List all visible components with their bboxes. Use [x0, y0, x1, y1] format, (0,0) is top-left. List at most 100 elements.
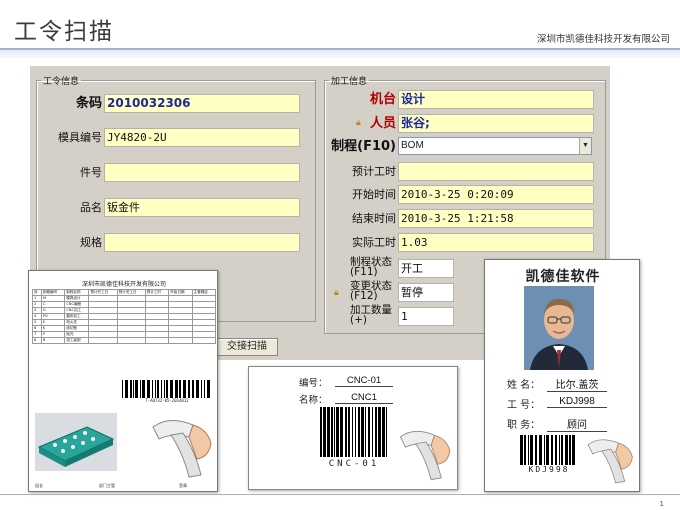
card-name-label: 名称： — [299, 395, 328, 406]
mould-no-row: 模具编号 JY4820-2U — [40, 128, 312, 147]
operator-label: 人员 — [369, 116, 396, 131]
planned-time-row: 预计工时 — [330, 162, 600, 181]
barcode-bar — [327, 407, 330, 457]
barcode-bar — [544, 435, 545, 465]
badge-title: 凯德佳软件 — [525, 269, 601, 285]
barcode-scanner-icon — [587, 439, 633, 484]
handover-scan-button[interactable]: 交接扫描 — [216, 338, 278, 356]
barcode-bar — [378, 407, 381, 457]
mould-no-label: 模具编号 — [58, 131, 102, 144]
barcode-bar — [348, 407, 350, 457]
barcode-bar — [183, 380, 186, 398]
card-number-value: CNC-01 — [335, 375, 393, 387]
barcode-bar — [334, 407, 335, 457]
spec-row: 规格 — [40, 233, 312, 252]
footer-sign: 签章 — [179, 483, 187, 488]
badge-barcode-text: KDJ998 — [528, 465, 570, 474]
card-number-label: 编号： — [299, 378, 328, 389]
badge-id-label: 工 号： — [507, 400, 541, 411]
spec-label: 规格 — [80, 236, 102, 249]
end-time-label: 结束时间 — [352, 212, 396, 225]
worksheet-step-row: 8 B 钳工装配 — [32, 337, 217, 344]
barcode-bar — [135, 380, 138, 398]
change-status-field[interactable]: 暂停 — [398, 283, 454, 302]
machine-card: 编号： CNC-01 名称： CNC1 CNC-01 — [248, 366, 458, 490]
barcode-bar — [164, 380, 165, 398]
footer-line — [0, 494, 680, 495]
barcode-bar — [175, 380, 178, 398]
barcode-bar — [336, 407, 339, 457]
mould-photo — [35, 413, 117, 471]
start-time-row: 开始时间 2010-3-25 0:20:09 — [330, 185, 600, 204]
lock-icon: 🔒︎ — [334, 288, 339, 298]
process-worksheet: 深圳市凯德佳科技开发有限公司 序制程编号 制程名称 预计开工日 预计完工日 预计工时 开始… — [28, 270, 218, 492]
barcode-bar — [561, 435, 563, 465]
work-info-legend: 工令信息 — [43, 77, 80, 87]
worksheet-step-no: 8 — [32, 337, 42, 344]
header-band — [0, 48, 680, 58]
barcode-bar — [207, 380, 210, 398]
worksheet-empty-cell — [88, 337, 118, 344]
barcode-bar — [569, 435, 571, 465]
operator-field[interactable]: 张谷; — [398, 114, 594, 133]
barcode-row: 条码 2010032306 — [40, 94, 312, 113]
machine-field[interactable]: 设计 — [398, 90, 594, 109]
barcode-bar — [204, 380, 205, 398]
card-name-value: CNC1 — [335, 392, 393, 404]
barcode-bar — [170, 380, 173, 398]
spec-field[interactable] — [104, 233, 300, 252]
part-name-field[interactable]: 钣金件 — [104, 198, 300, 217]
process-select[interactable]: BOM ▼ — [398, 137, 592, 155]
part-no-row: 件号 — [40, 163, 312, 182]
barcode-bar — [368, 407, 370, 457]
staff-badge: 凯德佳软件 姓 名： 比尔.盖茨 工 号： KDJ998 职 务： 顾问 KDJ… — [484, 259, 640, 492]
barcode-bar — [520, 435, 523, 465]
barcode-bar — [179, 380, 181, 398]
company-name: 深圳市凯德佳科技开发有限公司 — [536, 34, 670, 45]
part-name-row: 品名 钣金件 — [40, 198, 312, 217]
operator-row: 🔒︎ 人员 张谷; — [330, 114, 600, 133]
actual-time-label: 实际工时 — [352, 236, 396, 249]
barcode-bar — [382, 407, 385, 457]
barcode-bar — [361, 407, 364, 457]
start-time-field[interactable]: 2010-3-25 0:20:09 — [398, 185, 594, 204]
barcode-bar — [345, 407, 347, 457]
end-time-row: 结束时间 2010-3-25 1:21:58 — [330, 209, 600, 228]
page-number: 1 — [659, 500, 664, 508]
start-time-label: 开始时间 — [352, 188, 396, 201]
part-no-field[interactable] — [104, 163, 300, 182]
quantity-field[interactable]: 1 — [398, 307, 454, 326]
badge-barcode — [520, 435, 575, 465]
actual-time-field[interactable]: 1.03 — [398, 233, 594, 252]
barcode-bar — [161, 380, 162, 398]
end-time-field[interactable]: 2010-3-25 1:21:58 — [398, 209, 594, 228]
barcode-bar — [572, 435, 575, 465]
part-name-label: 品名 — [80, 201, 102, 214]
barcode-bar — [152, 380, 153, 398]
machine-row: 机台 设计 — [330, 90, 600, 109]
badge-id-value: KDJ998 — [547, 396, 607, 408]
process-status-field[interactable]: 开工 — [398, 259, 454, 278]
worksheet-empty-cell — [191, 337, 217, 344]
barcode-bar — [140, 380, 141, 398]
worksheet-step-name: 钳工装配 — [64, 337, 90, 344]
barcode-bar — [358, 407, 360, 457]
mould-no-field[interactable]: JY4820-2U — [104, 128, 300, 147]
process-status-label: 制程状态(F11) — [350, 256, 392, 278]
process-info-legend: 加工信息 — [331, 77, 368, 87]
process-select-value: BOM — [401, 140, 424, 151]
barcode-bar — [340, 407, 343, 457]
barcode-bar — [125, 380, 128, 398]
planned-time-field[interactable] — [398, 162, 594, 181]
badge-name-label: 姓 名： — [507, 380, 541, 391]
barcode-bar — [201, 380, 202, 398]
barcode-field[interactable]: 2010032306 — [104, 94, 300, 113]
barcode-bar — [133, 380, 134, 398]
barcode-bar — [551, 435, 553, 465]
barcode-bar — [355, 407, 356, 457]
chevron-down-icon[interactable]: ▼ — [579, 138, 591, 154]
barcode-bar — [372, 407, 373, 457]
process-row: 制程(F10) BOM ▼ — [330, 137, 600, 156]
barcode-bar — [524, 435, 526, 465]
slide-title: 工令扫描 — [14, 19, 114, 45]
